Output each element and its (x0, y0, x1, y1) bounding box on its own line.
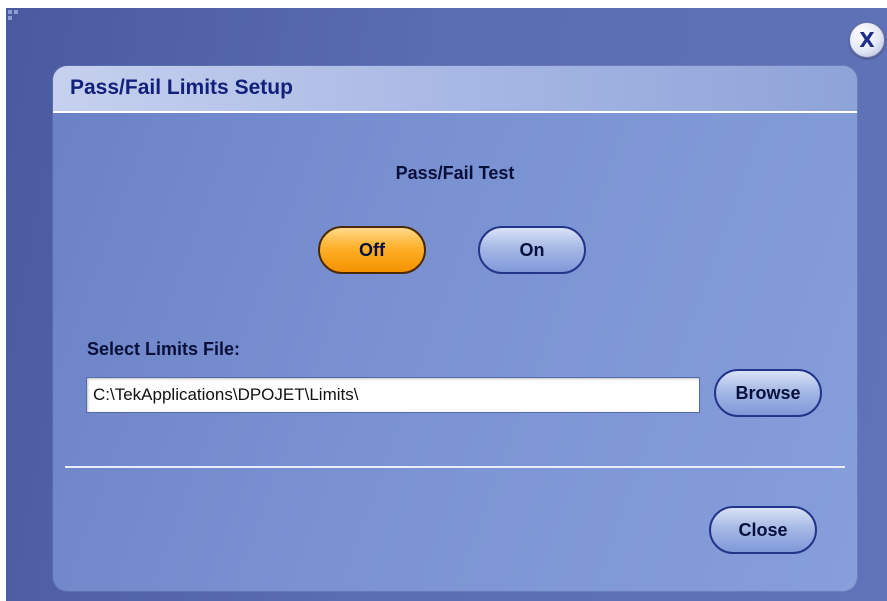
pass-fail-test-label: Pass/Fail Test (395, 163, 515, 183)
close-button[interactable]: Close (709, 506, 817, 554)
select-limits-file-label: Select Limits File: (87, 339, 241, 359)
off-toggle-button[interactable]: Off (318, 226, 426, 274)
pass-fail-limits-panel: Pass/Fail Limits Setup Pass/Fail Test Of… (53, 66, 857, 591)
divider (65, 466, 845, 468)
window-grip-icon[interactable] (8, 10, 20, 22)
browse-button[interactable]: Browse (714, 369, 822, 417)
panel-title: Pass/Fail Limits Setup (70, 76, 293, 99)
limits-file-path-input[interactable] (86, 377, 700, 413)
dialog-window: X Pass/Fail Limits Setup Pass/Fail Test … (6, 8, 887, 601)
panel-header: Pass/Fail Limits Setup (53, 66, 857, 113)
close-icon: X (859, 28, 875, 52)
window-close-button[interactable]: X (849, 22, 885, 58)
on-toggle-button[interactable]: On (478, 226, 586, 274)
